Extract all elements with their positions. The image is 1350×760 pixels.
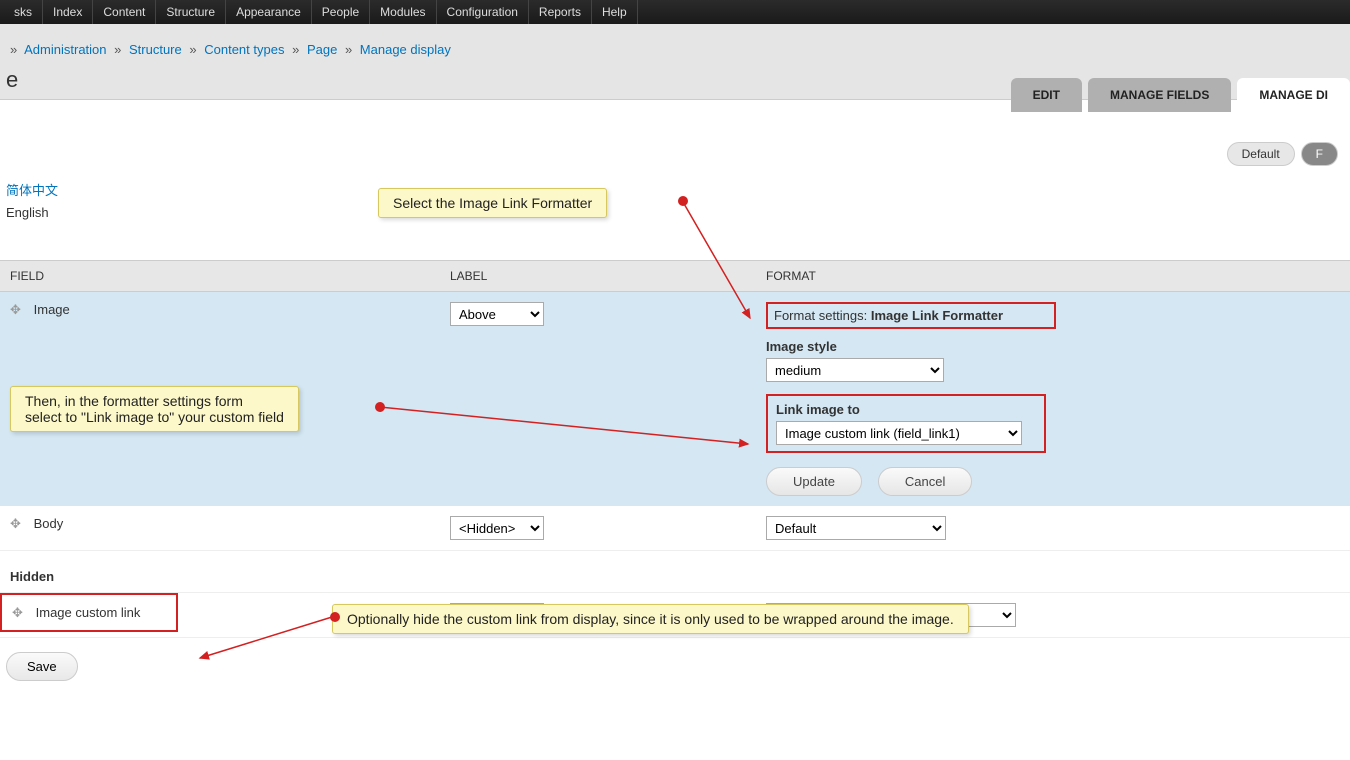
admin-toolbar: sks Index Content Structure Appearance P… bbox=[0, 0, 1350, 24]
toolbar-item[interactable]: Modules bbox=[370, 0, 436, 24]
toolbar-item[interactable]: Reports bbox=[529, 0, 592, 24]
annotation-select-formatter: Select the Image Link Formatter bbox=[378, 188, 607, 218]
sec-tab-default[interactable]: Default bbox=[1227, 142, 1295, 166]
tab-manage-fields[interactable]: MANAGE FIELDS bbox=[1088, 78, 1231, 112]
field-name: Image custom link bbox=[36, 605, 141, 620]
actions-row: Save bbox=[0, 638, 1350, 695]
toolbar-item[interactable]: Help bbox=[592, 0, 638, 24]
breadcrumb-link[interactable]: Content types bbox=[204, 42, 284, 57]
image-style-select[interactable]: medium bbox=[766, 358, 944, 382]
annotation-link-to: Then, in the formatter settings form sel… bbox=[10, 386, 299, 432]
cancel-button[interactable]: Cancel bbox=[878, 467, 972, 496]
display-fields-table: FIELD LABEL FORMAT ✥ Image Above Format … bbox=[0, 260, 1350, 638]
toolbar-item[interactable]: Content bbox=[93, 0, 156, 24]
link-image-to-group: Link image to Image custom link (field_l… bbox=[766, 394, 1046, 453]
field-name: Body bbox=[34, 516, 64, 531]
lang-en: English bbox=[6, 205, 1350, 220]
lang-zh[interactable]: 简体中文 bbox=[6, 180, 1350, 199]
label-select-image[interactable]: Above bbox=[450, 302, 544, 326]
toolbar-item[interactable]: People bbox=[312, 0, 370, 24]
drag-handle-icon[interactable]: ✥ bbox=[10, 516, 24, 530]
annotation-dot bbox=[330, 612, 340, 622]
breadcrumb-sep: » bbox=[292, 42, 299, 57]
breadcrumb: » Administration » Structure » Content t… bbox=[6, 42, 1350, 57]
breadcrumb-sep: » bbox=[10, 42, 17, 57]
breadcrumb-link[interactable]: Manage display bbox=[360, 42, 451, 57]
tab-edit[interactable]: EDIT bbox=[1011, 78, 1082, 112]
format-settings-header: Format settings: Image Link Formatter bbox=[766, 302, 1056, 329]
breadcrumb-sep: » bbox=[345, 42, 352, 57]
format-settings-panel: Format settings: Image Link Formatter Im… bbox=[766, 302, 1340, 496]
save-button[interactable]: Save bbox=[6, 652, 78, 681]
th-label: LABEL bbox=[440, 261, 756, 292]
breadcrumb-link[interactable]: Administration bbox=[24, 42, 106, 57]
breadcrumb-link[interactable]: Structure bbox=[129, 42, 182, 57]
link-image-to-select[interactable]: Image custom link (field_link1) bbox=[776, 421, 1022, 445]
drag-handle-icon[interactable]: ✥ bbox=[10, 302, 24, 316]
update-button[interactable]: Update bbox=[766, 467, 862, 496]
label-select-body[interactable]: <Hidden> bbox=[450, 516, 544, 540]
tab-manage-display[interactable]: MANAGE DI bbox=[1237, 78, 1350, 112]
field-row-body: ✥ Body <Hidden> Default bbox=[0, 506, 1350, 551]
link-image-to-label: Link image to bbox=[776, 402, 1036, 417]
format-select-body[interactable]: Default bbox=[766, 516, 946, 540]
th-format: FORMAT bbox=[756, 261, 1350, 292]
image-style-group: Image style medium bbox=[766, 339, 1340, 382]
annotation-hide-link: Optionally hide the custom link from dis… bbox=[332, 604, 969, 634]
sec-tab-other[interactable]: F bbox=[1301, 142, 1338, 166]
secondary-tabs: Default F bbox=[1227, 142, 1338, 166]
breadcrumb-sep: » bbox=[114, 42, 121, 57]
field-name: Image bbox=[34, 302, 70, 317]
breadcrumb-link[interactable]: Page bbox=[307, 42, 337, 57]
toolbar-item[interactable]: Structure bbox=[156, 0, 226, 24]
toolbar-item[interactable]: Index bbox=[43, 0, 93, 24]
th-field: FIELD bbox=[0, 261, 440, 292]
annotation-dot bbox=[375, 402, 385, 412]
hidden-region-header: Hidden bbox=[0, 551, 1350, 593]
toolbar-item[interactable]: sks bbox=[4, 0, 43, 24]
breadcrumb-sep: » bbox=[189, 42, 196, 57]
formatter-name: Image Link Formatter bbox=[871, 308, 1003, 323]
annotation-dot bbox=[678, 196, 688, 206]
image-style-label: Image style bbox=[766, 339, 1340, 354]
primary-tabs: EDIT MANAGE FIELDS MANAGE DI bbox=[1011, 78, 1350, 112]
toolbar-item[interactable]: Configuration bbox=[437, 0, 529, 24]
drag-handle-icon[interactable]: ✥ bbox=[12, 605, 26, 619]
toolbar-item[interactable]: Appearance bbox=[226, 0, 312, 24]
